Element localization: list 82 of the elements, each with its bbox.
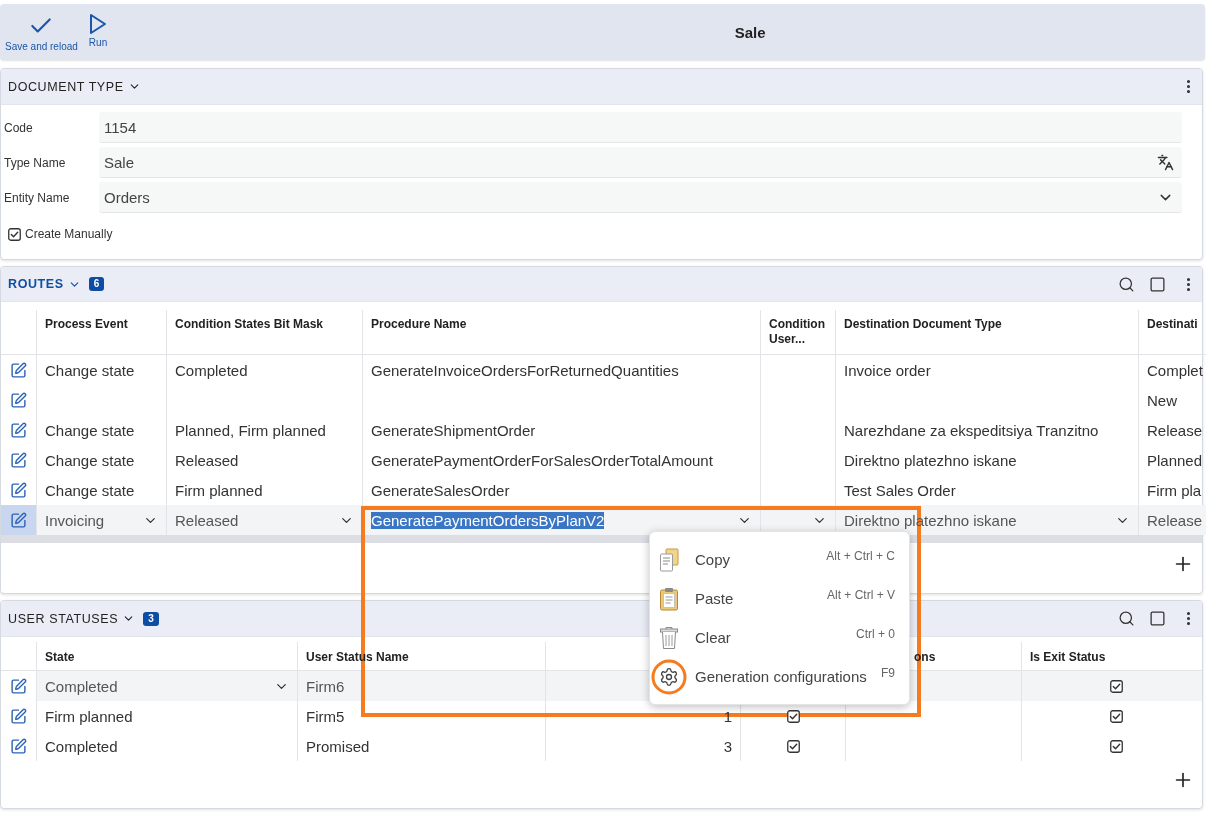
table-cell: Firm6: [298, 671, 546, 701]
table-cell: Change state: [37, 355, 167, 385]
square-icon[interactable]: [1149, 275, 1166, 293]
checkbox[interactable]: [786, 739, 800, 753]
translate-icon[interactable]: [1157, 153, 1174, 171]
field-label: Type Name: [3, 155, 66, 170]
table-cell: Direktno platezhno iskane: [836, 445, 1139, 475]
edit-icon[interactable]: [10, 737, 27, 755]
dropdown-field[interactable]: Completed: [37, 671, 298, 701]
table-cell: Firm5: [298, 701, 546, 731]
search-icon[interactable]: [1118, 275, 1135, 293]
column-header: Condition States Bit Mask: [167, 310, 363, 355]
table-cell: Completed: [37, 731, 298, 761]
count-badge: 6: [88, 277, 105, 291]
trash-icon: [659, 625, 679, 650]
checkbox-label: Create Manually: [25, 227, 113, 241]
section-toggle[interactable]: USER STATUSES: [8, 611, 136, 626]
square-icon[interactable]: [1149, 610, 1166, 627]
search-icon[interactable]: [1118, 610, 1135, 627]
checkbox[interactable]: [1109, 709, 1123, 723]
section-toggle[interactable]: ROUTES: [8, 277, 81, 291]
row-selector[interactable]: [1, 505, 37, 535]
edit-icon[interactable]: [10, 361, 27, 379]
checkbox[interactable]: [786, 709, 800, 723]
checkbox[interactable]: [1109, 739, 1123, 753]
checkbox[interactable]: [8, 227, 21, 241]
play-icon: [89, 13, 107, 35]
shortcut-label: Alt + Ctrl + C: [826, 548, 895, 563]
count-badge: 3: [143, 611, 159, 626]
clipboard-icon: [659, 586, 679, 611]
column-header: Procedure Name: [363, 310, 761, 355]
section-toggle[interactable]: DOCUMENT TYPE: [8, 79, 141, 94]
table-cell-text: Planned: [1146, 450, 1204, 471]
table-cell-text: Release: [1146, 420, 1204, 441]
gear-icon: [659, 666, 679, 687]
field-label: Code: [3, 120, 33, 135]
table-cell: GeneratePaymentOrderForSalesOrderTotalAmount: [363, 445, 761, 475]
header-cell: [1, 310, 37, 355]
ring-icon: [651, 658, 687, 695]
table-cell: Completed: [167, 355, 363, 385]
table-cell: Invoice order: [836, 355, 1139, 385]
table-cell: Released: [167, 445, 363, 475]
table-cell-text: Complet: [1146, 360, 1204, 381]
table-cell: Planned, Firm planned: [167, 415, 363, 445]
edit-icon[interactable]: [10, 451, 27, 469]
column-header: Destination Document Type: [836, 310, 1139, 355]
text-field[interactable]: 1154: [99, 112, 1182, 143]
run-button[interactable]: Run: [88, 13, 108, 48]
edit-icon[interactable]: [10, 511, 27, 529]
field-label: Entity Name: [3, 190, 70, 205]
table-cell: Narezhdane za ekspeditsiya Tranzitno: [836, 415, 1139, 445]
dropdown-field[interactable]: Released: [167, 505, 363, 535]
shortcut-label: Alt + Ctrl + V: [826, 587, 895, 602]
table-cell: GenerateInvoiceOrdersForReturnedQuantities: [363, 355, 761, 385]
menu-item[interactable]: Paste Alt + Ctrl + V: [650, 579, 909, 618]
table-cell-text: Firm pla: [1146, 480, 1203, 501]
table-cell: Firm planned: [37, 701, 298, 731]
menu-item[interactable]: Copy Alt + Ctrl + C: [650, 540, 909, 579]
table-cell: Change state: [37, 445, 167, 475]
dropdown-field[interactable]: Invoicing: [37, 505, 167, 535]
edit-icon[interactable]: [10, 391, 27, 409]
table-cell: 3: [546, 731, 741, 761]
table-cell: GenerateShipmentOrder: [363, 415, 761, 445]
edit-icon[interactable]: [10, 707, 27, 725]
edit-icon[interactable]: [10, 421, 27, 439]
checkbox[interactable]: [1109, 679, 1123, 693]
edit-icon[interactable]: [10, 481, 27, 499]
text-field[interactable]: Sale: [99, 147, 1182, 178]
column-header: Destinati: [1139, 310, 1206, 355]
save-button[interactable]: Save and reload: [5, 13, 78, 52]
table-cell: Change state: [37, 415, 167, 445]
header-cell: [1, 642, 37, 671]
shortcut-label: Ctrl + 0: [856, 626, 895, 641]
copy-icon: [659, 547, 679, 572]
column-header: Condition User...: [761, 310, 836, 355]
column-header: Process Event: [37, 310, 167, 355]
table-cell-text: New: [1146, 390, 1178, 411]
window-title: Sale: [734, 23, 766, 41]
table-cell: Release: [1139, 505, 1206, 535]
table-cell: Promised: [298, 731, 546, 761]
edit-icon[interactable]: [10, 677, 27, 695]
dropdown-field[interactable]: Orders: [99, 182, 1182, 213]
